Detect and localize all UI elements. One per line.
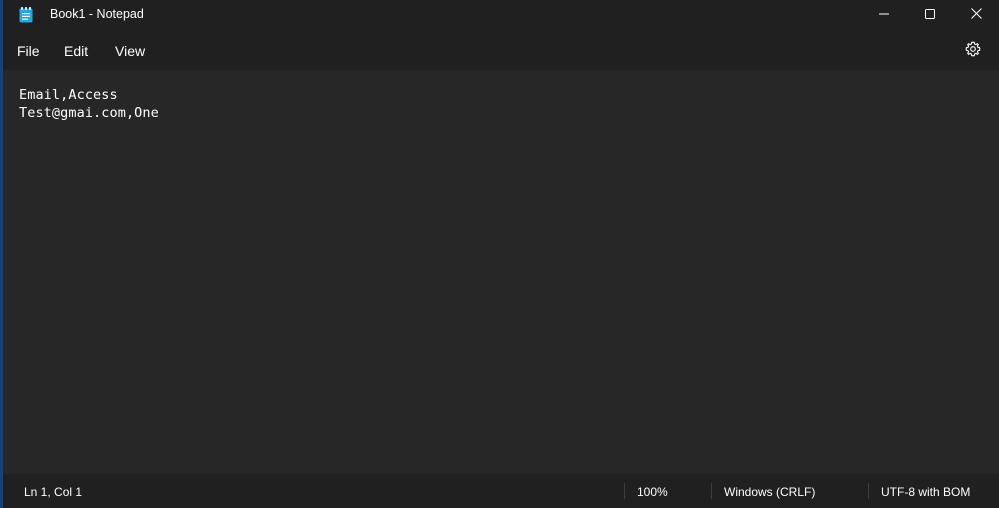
- notepad-window: Book1 - Notepad File Edit View Email,Acc…: [3, 0, 999, 508]
- window-title: Book1 - Notepad: [50, 7, 144, 21]
- title-bar[interactable]: Book1 - Notepad: [3, 0, 999, 30]
- minimize-icon: [879, 6, 889, 24]
- zoom-level[interactable]: 100%: [637, 485, 668, 499]
- status-divider: [711, 483, 712, 499]
- menu-view[interactable]: View: [115, 43, 145, 59]
- menu-bar: File Edit View: [3, 30, 999, 70]
- close-button[interactable]: [953, 0, 999, 30]
- cursor-position: Ln 1, Col 1: [24, 485, 83, 499]
- maximize-icon: [925, 6, 935, 24]
- menu-edit[interactable]: Edit: [64, 43, 88, 59]
- notepad-icon: [19, 7, 33, 23]
- text-editor[interactable]: Email,Access Test@gmai.com,One: [3, 70, 999, 474]
- gear-icon: [965, 41, 981, 62]
- encoding[interactable]: UTF-8 with BOM: [881, 485, 970, 499]
- menu-file[interactable]: File: [17, 43, 40, 59]
- minimize-button[interactable]: [861, 0, 907, 30]
- close-icon: [970, 6, 982, 24]
- editor-line: Test@gmai.com,One: [19, 105, 159, 121]
- settings-button[interactable]: [963, 41, 983, 61]
- status-bar: Ln 1, Col 1 100% Windows (CRLF) UTF-8 wi…: [3, 474, 999, 508]
- status-divider: [624, 483, 625, 499]
- line-ending[interactable]: Windows (CRLF): [724, 485, 815, 499]
- editor-line: Email,Access: [19, 87, 118, 103]
- maximize-button[interactable]: [907, 0, 953, 30]
- status-divider: [868, 483, 869, 499]
